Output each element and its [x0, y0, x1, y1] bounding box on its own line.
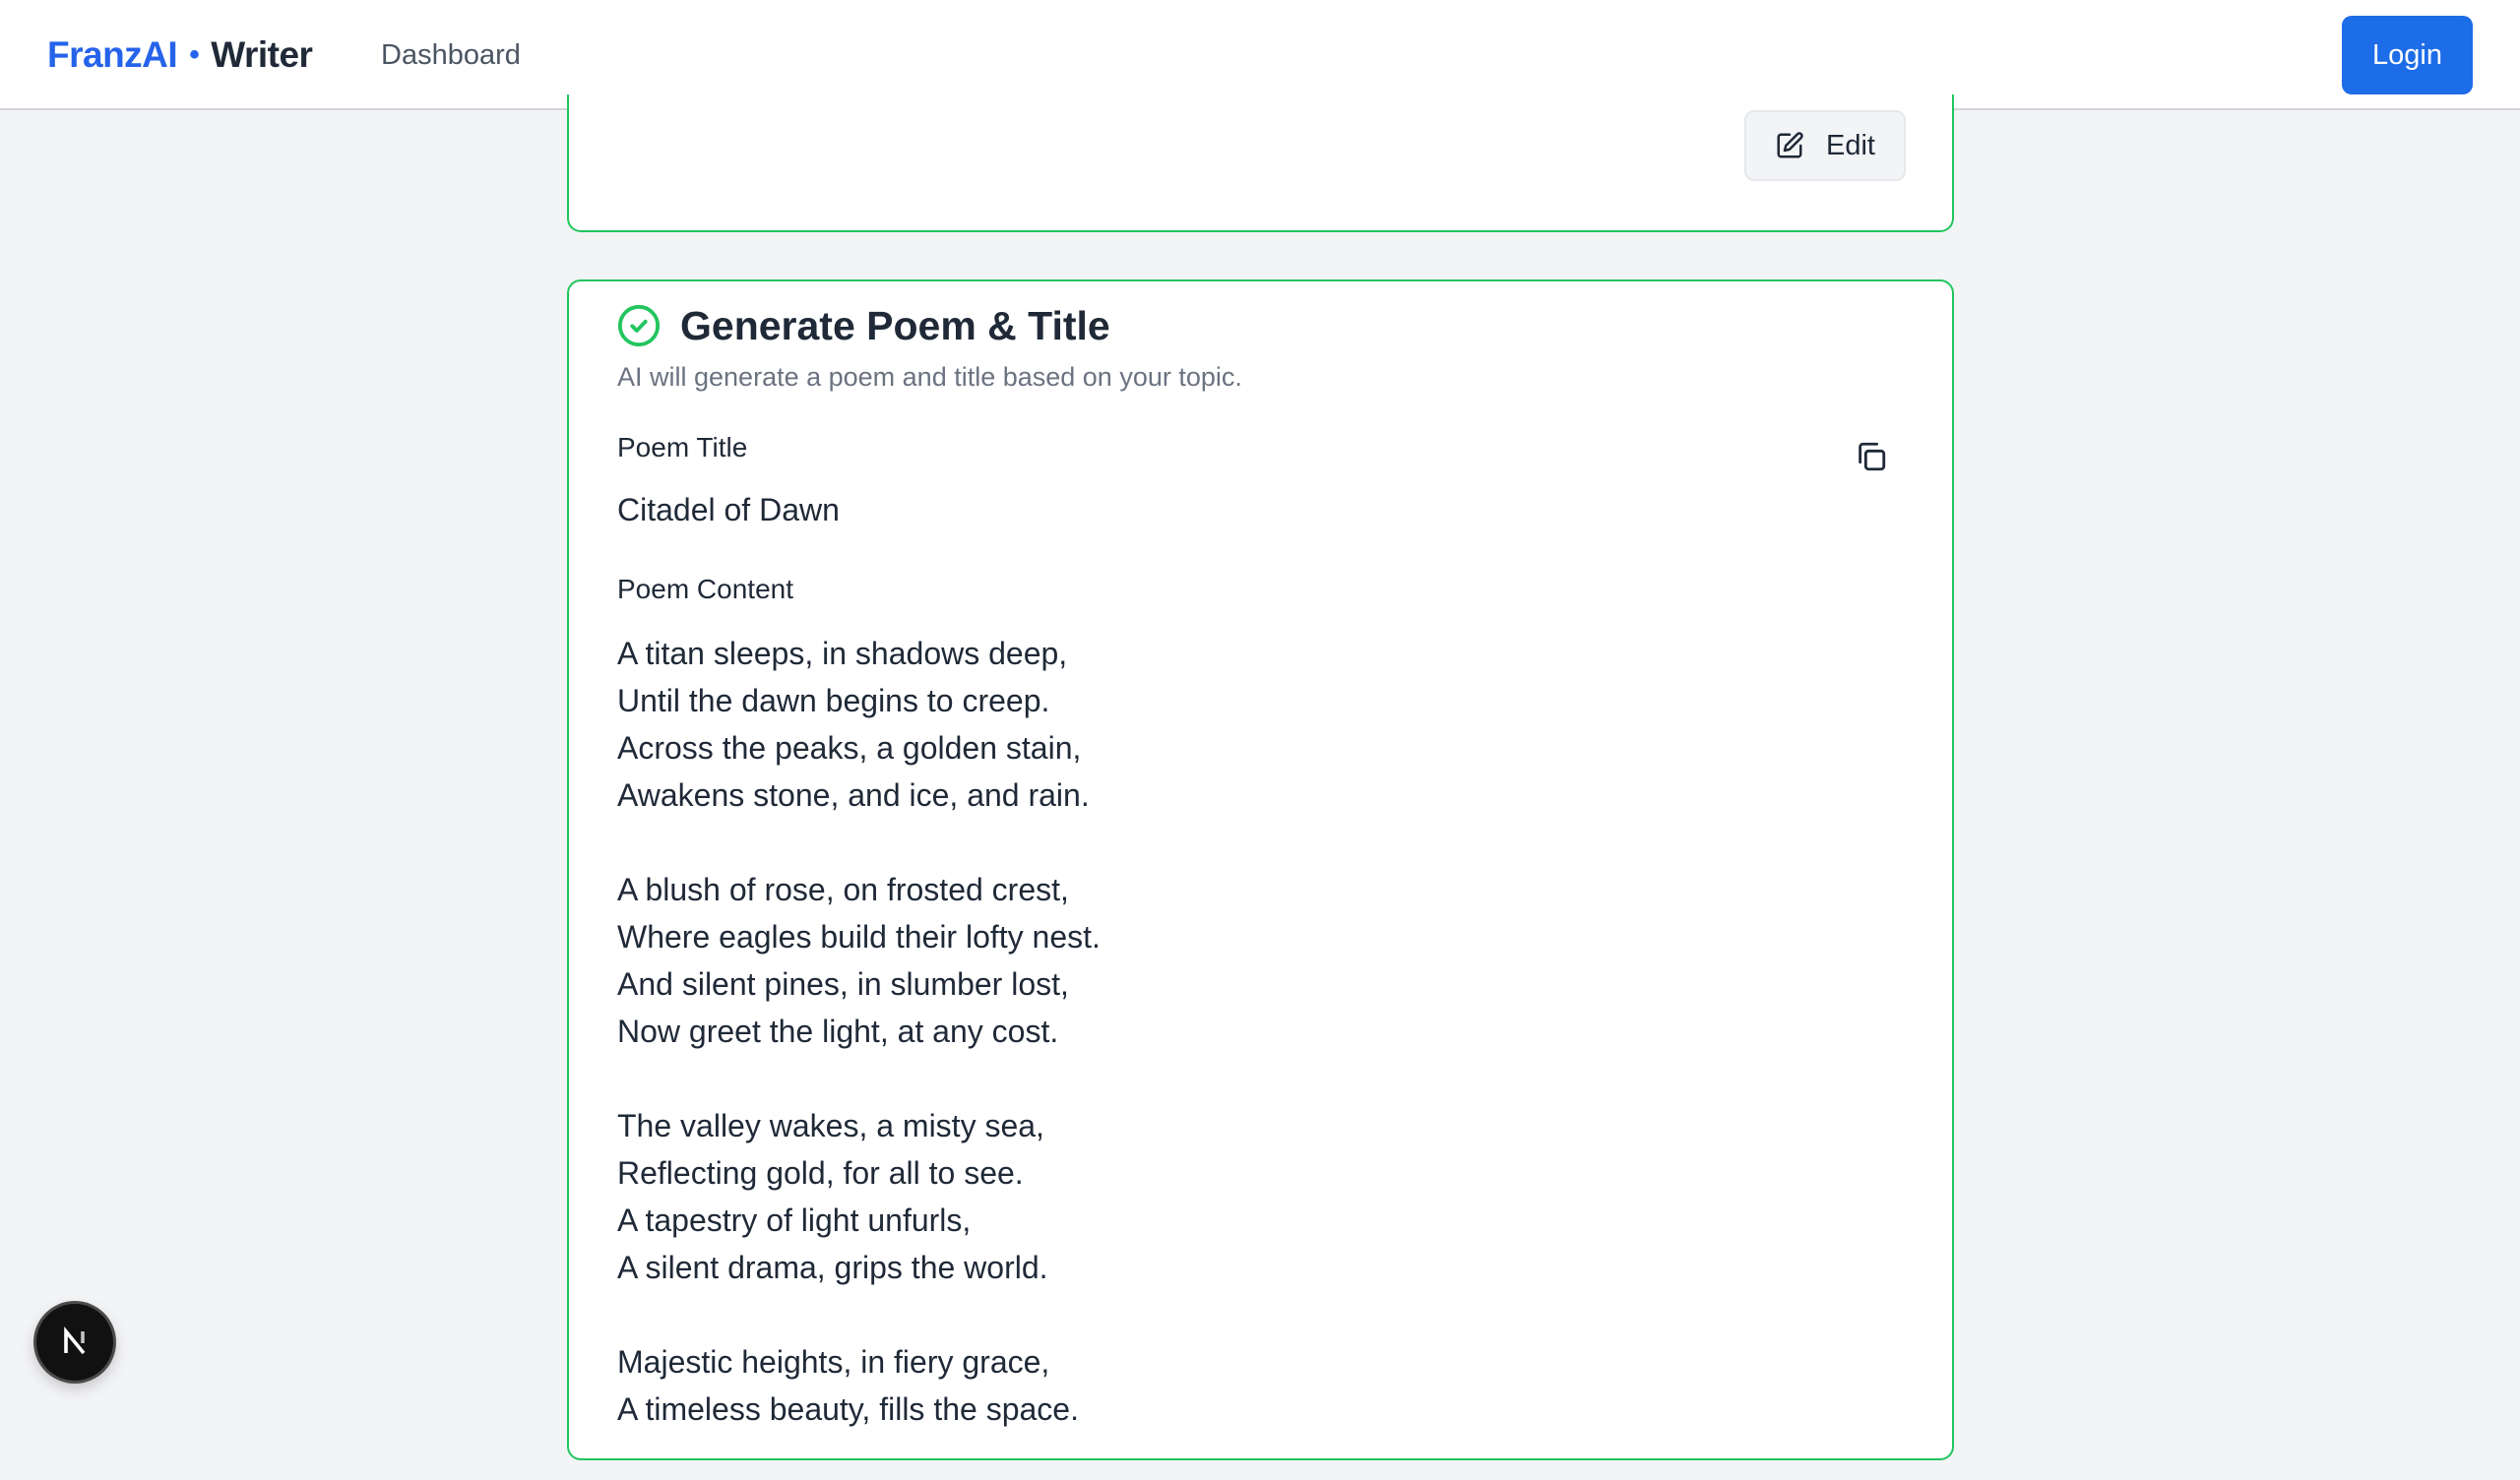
copy-icon [1858, 442, 1886, 471]
poem-line: Now greet the light, at any cost. [617, 1014, 1059, 1049]
brand-name-secondary: Writer [211, 34, 313, 75]
poem-line: The valley wakes, a misty sea, [617, 1108, 1044, 1143]
edit-button[interactable]: Edit [1744, 110, 1906, 181]
poem-stanza: A titan sleeps, in shadows deep, Until th… [617, 630, 1101, 819]
poem-content: A titan sleeps, in shadows deep, Until th… [617, 630, 1101, 1480]
generate-poem-step-card: Generate Poem & Title AI will generate a… [567, 279, 1954, 1460]
pencil-square-icon [1777, 132, 1803, 158]
brand-logo[interactable]: FranzAI • Writer [47, 30, 313, 81]
nav-link-dashboard[interactable]: Dashboard [381, 35, 521, 75]
poem-line: A timeless beauty, fills the space. [617, 1391, 1079, 1427]
poem-line: And silent pines, in slumber lost, [617, 966, 1069, 1002]
poem-line: Where eagles build their lofty nest. [617, 919, 1101, 955]
nextjs-dev-indicator[interactable]: N [36, 1304, 113, 1381]
poem-line: A blush of rose, on frosted crest, [617, 872, 1069, 907]
poem-title-label: Poem Title [617, 432, 748, 462]
check-circle-icon [617, 304, 661, 347]
poem-content-label: Poem Content [617, 574, 793, 604]
nextjs-logo-icon: N [64, 1326, 86, 1355]
poem-line: A tapestry of light unfurls, [617, 1202, 972, 1238]
poem-line: Across the peaks, a golden stain, [617, 730, 1082, 766]
poem-stanza: A blush of rose, on frosted crest, Where … [617, 866, 1101, 1055]
poem-line: Majestic heights, in fiery grace, [617, 1344, 1050, 1380]
poem-line: A titan sleeps, in shadows deep, [617, 636, 1068, 671]
edit-button-label: Edit [1826, 129, 1875, 161]
previous-step-card: Edit [567, 94, 1954, 232]
step-title: Generate Poem & Title [680, 303, 1110, 348]
poem-line: A silent drama, grips the world. [617, 1250, 1048, 1285]
brand-name-primary: FranzAI [47, 34, 178, 75]
poem-line: Awakens stone, and ice, and rain. [617, 777, 1090, 813]
step-description: AI will generate a poem and title based … [617, 362, 1242, 392]
poem-stanza: The valley wakes, a misty sea, Reflecting… [617, 1102, 1101, 1291]
login-button[interactable]: Login [2342, 16, 2473, 94]
poem-line: Until the dawn begins to creep. [617, 683, 1050, 718]
brand-separator-dot: • [189, 38, 200, 71]
poem-line: Reflecting gold, for all to see. [617, 1155, 1024, 1191]
poem-title: Citadel of Dawn [617, 492, 840, 527]
copy-button[interactable] [1851, 436, 1892, 477]
poem-stanza: Majestic heights, in fiery grace, A timel… [617, 1338, 1101, 1433]
